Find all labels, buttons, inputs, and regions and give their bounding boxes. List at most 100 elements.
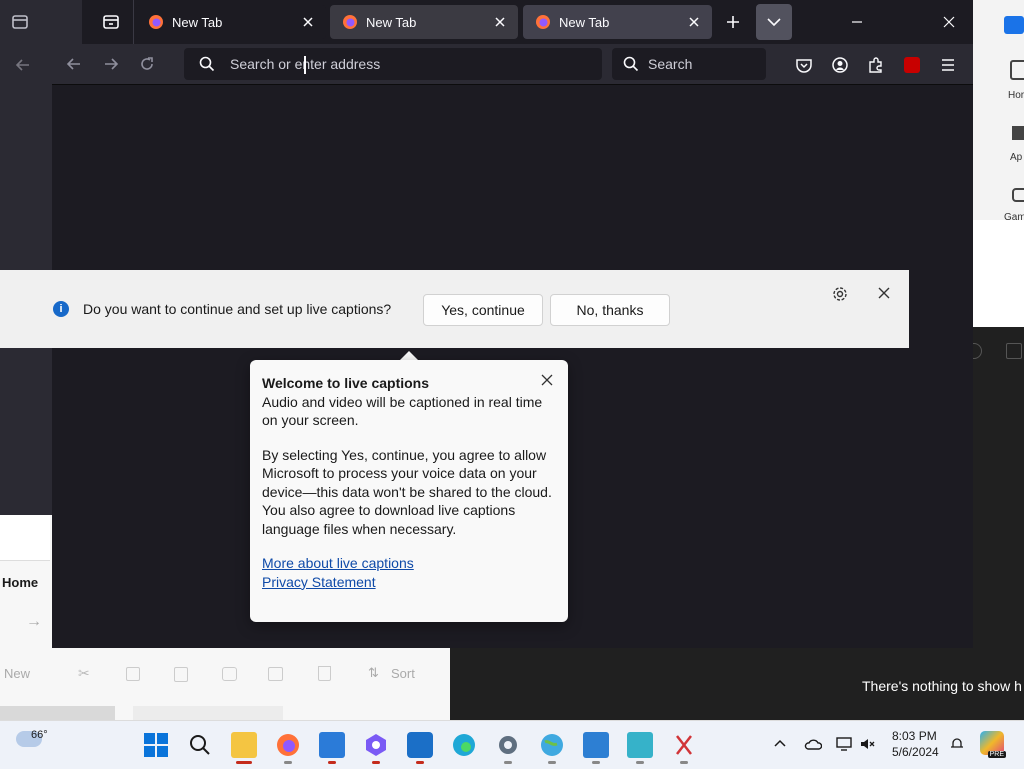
file-explorer-icon[interactable] (231, 732, 257, 758)
snipping-tool-icon[interactable] (671, 732, 697, 758)
search-icon (199, 56, 215, 72)
clock-date[interactable]: 5/6/2024 (892, 745, 939, 759)
forward-arrow-icon[interactable]: → (26, 613, 42, 631)
sort-button[interactable]: Sort (391, 666, 415, 681)
copy-icon[interactable] (126, 667, 140, 681)
reload-icon[interactable] (138, 55, 156, 73)
clock-time[interactable]: 8:03 PM (892, 729, 937, 743)
running-indicator (284, 761, 292, 764)
running-indicator (328, 761, 336, 764)
close-icon[interactable] (300, 14, 316, 30)
background-window-panel (972, 220, 1024, 327)
remote-desktop-icon[interactable] (627, 732, 653, 758)
copilot-preview-icon[interactable]: PRE (980, 731, 1006, 758)
firefox-logo-icon (149, 15, 163, 29)
text-cursor (304, 56, 306, 74)
window-close-icon[interactable] (940, 13, 958, 31)
info-icon: i (53, 301, 69, 317)
forward-arrow-icon[interactable] (102, 55, 120, 73)
menu-hamburger-icon[interactable] (939, 56, 957, 74)
minimize-icon[interactable] (848, 13, 866, 31)
rename-icon[interactable] (222, 667, 237, 681)
popup-title: Welcome to live captions (262, 375, 430, 391)
empty-state-text: There's nothing to show h (862, 678, 1022, 694)
running-indicator (504, 761, 512, 764)
back-arrow-icon[interactable] (65, 55, 83, 73)
notification-bell-icon[interactable] (950, 737, 964, 751)
start-windows-icon[interactable] (143, 732, 169, 758)
notepad-icon[interactable] (583, 732, 609, 758)
paste-icon[interactable] (174, 667, 188, 682)
explorer-scroll-area (0, 706, 115, 720)
firefox-icon[interactable] (275, 732, 301, 758)
printer-icon (1006, 343, 1022, 359)
settings-gear-icon[interactable] (831, 285, 849, 303)
sort-icon: ⇅ (368, 665, 379, 680)
taskbar: 66° 8:03 PM 5/6/2024 PRE (0, 720, 1024, 769)
ublock-origin-icon[interactable] (904, 57, 920, 73)
share-icon[interactable] (268, 667, 283, 681)
apps-icon[interactable] (1012, 126, 1024, 140)
search-icon (623, 56, 639, 72)
tab-2[interactable]: New Tab (330, 5, 518, 39)
new-button[interactable]: New (4, 666, 30, 681)
privacy-statement-link[interactable]: Privacy Statement (262, 573, 557, 592)
display-icon[interactable] (836, 737, 852, 751)
search-icon[interactable] (187, 732, 213, 758)
cut-icon[interactable]: ✂ (78, 665, 90, 682)
more-about-live-captions-link[interactable]: More about live captions (262, 554, 557, 573)
close-icon[interactable] (686, 14, 702, 30)
toolbar-divider (52, 84, 973, 85)
maps-globe-icon[interactable] (539, 732, 565, 758)
running-indicator (680, 761, 688, 764)
firefox-view-icon[interactable] (11, 13, 29, 31)
no-thanks-button[interactable]: No, thanks (550, 294, 670, 326)
tab-1[interactable]: New Tab (136, 5, 326, 39)
running-indicator (416, 761, 424, 764)
home-icon[interactable] (1010, 60, 1024, 80)
weather-temperature[interactable]: 66° (31, 729, 48, 741)
search-bar[interactable]: Search (612, 48, 766, 80)
popup-body: By selecting Yes, continue, you agree to… (262, 446, 552, 537)
running-indicator (636, 761, 644, 764)
gaming-icon[interactable] (1012, 188, 1024, 202)
firefox-logo-icon (536, 15, 550, 29)
tab-2-title: New Tab (366, 14, 417, 30)
account-icon[interactable] (831, 56, 849, 74)
extensions-puzzle-icon[interactable] (867, 56, 885, 74)
close-icon[interactable] (876, 285, 892, 301)
close-icon[interactable] (492, 14, 508, 30)
pocket-icon[interactable] (795, 56, 813, 74)
volume-muted-icon[interactable] (860, 737, 876, 751)
firefox-logo-icon (343, 15, 357, 29)
firefox-view-icon[interactable] (102, 13, 120, 31)
tab-3-active[interactable]: New Tab (523, 5, 712, 39)
settings-gear-icon[interactable] (495, 732, 521, 758)
background-store-app: Hor Ap Gam (972, 0, 1024, 223)
explorer-home[interactable]: Home (2, 575, 38, 590)
captions-question: Do you want to continue and set up live … (83, 301, 392, 317)
new-tab-plus-icon[interactable] (724, 13, 742, 31)
microsoft-store-icon[interactable] (407, 732, 433, 758)
copilot-icon[interactable] (363, 732, 389, 758)
yes-continue-button[interactable]: Yes, continue (423, 294, 543, 326)
welcome-popup: Welcome to live captions Audio and video… (250, 360, 568, 622)
tab-bar: New Tab New Tab New Tab (52, 0, 973, 44)
search-bar-placeholder: Search (648, 56, 693, 72)
store-nav-apps-label: Ap (1010, 152, 1023, 163)
explorer-header (0, 515, 50, 561)
running-indicator (592, 761, 600, 764)
store-logo-icon (1004, 16, 1024, 34)
explorer-row (133, 706, 283, 720)
chevron-down-icon (767, 18, 781, 27)
address-bar[interactable]: Search or enter address (184, 48, 602, 80)
list-all-tabs-button[interactable] (756, 4, 792, 40)
chevron-up-icon[interactable] (773, 737, 787, 751)
edge-icon[interactable] (451, 732, 477, 758)
popup-intro: Audio and video will be captioned in rea… (262, 393, 543, 429)
delete-icon[interactable] (318, 666, 331, 681)
onedrive-icon[interactable] (804, 737, 822, 751)
photos-icon[interactable] (319, 732, 345, 758)
running-indicator (372, 761, 380, 764)
back-arrow-icon[interactable] (14, 56, 32, 74)
